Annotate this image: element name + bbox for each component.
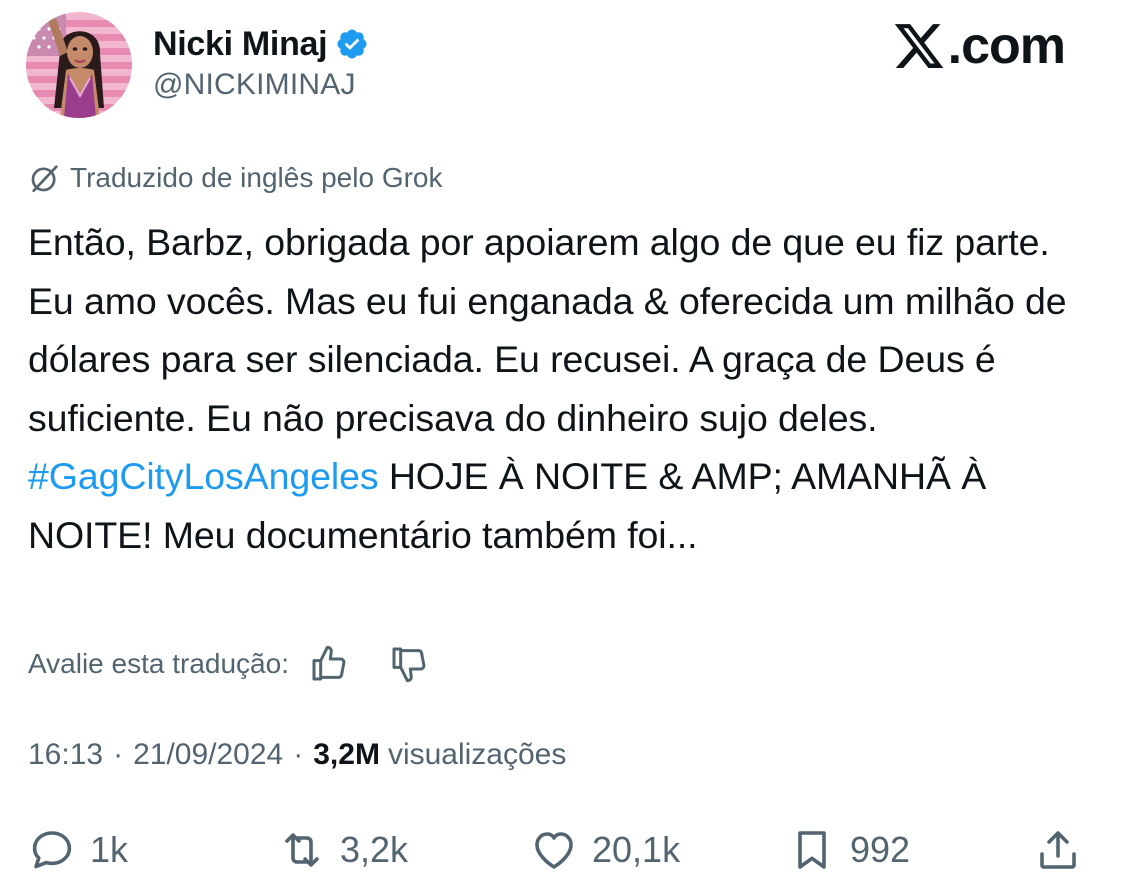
reply-count: 1k [90, 829, 129, 870]
grok-icon [31, 165, 58, 193]
bookmark-count: 992 [850, 829, 911, 870]
share-icon [1040, 831, 1076, 869]
x-com-text: .com [947, 17, 1066, 75]
bookmark-button[interactable]: 992 [788, 818, 910, 882]
meta-separator: · [293, 738, 304, 771]
tweet-text: Então, Barbz, obrigada por apoiarem algo… [28, 213, 1098, 564]
rate-translation: Avalie esta tradução: [28, 642, 429, 686]
repost-count: 3,2k [340, 829, 409, 870]
reply-icon [32, 831, 72, 869]
repost-button[interactable]: 3,2k [278, 818, 408, 882]
tweet-text-part-1: Então, Barbz, obrigada por apoiarem algo… [28, 221, 1067, 439]
thumbs-up-icon[interactable] [309, 644, 349, 684]
hashtag-link[interactable]: #GagCityLosAngeles [28, 455, 379, 497]
author-name-row[interactable]: Nicki Minaj [153, 22, 369, 66]
translation-notice: Traduzido de inglês pelo Grok [28, 160, 443, 196]
repost-icon [285, 833, 319, 867]
reply-button[interactable]: 1k [28, 818, 128, 882]
share-button[interactable] [1034, 818, 1082, 882]
views-count[interactable]: 3,2M [313, 738, 380, 772]
heart-icon [535, 832, 573, 869]
views-label: visualizações [387, 738, 567, 771]
like-count: 20,1k [592, 829, 681, 870]
meta-separator: · [113, 738, 124, 771]
author-name[interactable]: Nicki Minaj [153, 25, 328, 64]
avatar[interactable] [26, 12, 132, 118]
x-logo-icon [894, 24, 943, 68]
rate-translation-label: Avalie esta tradução: [28, 648, 289, 679]
tweet-date[interactable]: 21/09/2024 [133, 738, 283, 772]
tweet-meta: 16:13 · 21/09/2024 · 3,2M visualizações [28, 733, 566, 777]
x-com-logo: .com [892, 17, 1066, 75]
action-bar: 1k 3,2k 20,1k 992 [28, 818, 1098, 882]
verified-badge-icon [335, 27, 369, 61]
thumbs-down-icon[interactable] [389, 644, 429, 684]
like-button[interactable]: 20,1k [530, 818, 680, 882]
author-handle[interactable]: @NICKIMINAJ [153, 68, 356, 102]
bookmark-icon [798, 831, 826, 869]
translation-notice-text: Traduzido de inglês pelo Grok [70, 162, 443, 193]
avatar-image [26, 12, 132, 118]
tweet-time[interactable]: 16:13 [28, 738, 103, 772]
